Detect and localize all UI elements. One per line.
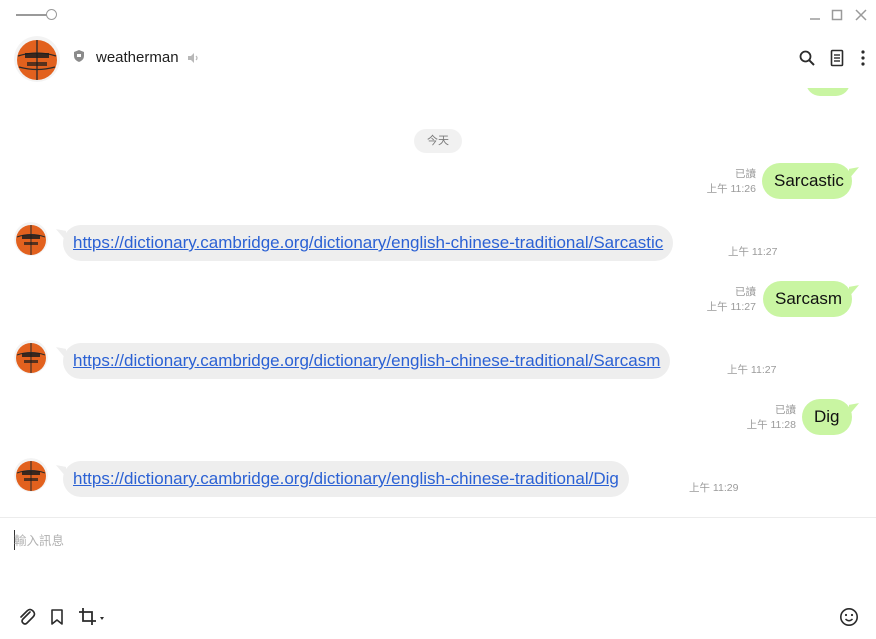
avatar[interactable] bbox=[14, 340, 48, 374]
timestamp: 上午 11:26 bbox=[706, 183, 756, 195]
composer-divider bbox=[0, 517, 876, 518]
incoming-message: https://dictionary.cambridge.org/diction… bbox=[63, 343, 671, 379]
slider-icon[interactable] bbox=[16, 9, 60, 21]
incoming-message: https://dictionary.cambridge.org/diction… bbox=[63, 461, 629, 497]
speaker-icon[interactable] bbox=[186, 51, 200, 65]
crop-icon[interactable] bbox=[78, 607, 108, 627]
read-receipt: 已讀 bbox=[775, 404, 796, 416]
read-receipt: 已讀 bbox=[735, 286, 756, 298]
date-separator: 今天 bbox=[414, 129, 462, 153]
avatar[interactable] bbox=[14, 222, 48, 256]
outgoing-message[interactable]: Sarcasm bbox=[763, 281, 852, 317]
message-meta: 已讀 上午 11:26 bbox=[690, 167, 756, 197]
message-meta: 已讀 上午 11:27 bbox=[692, 285, 756, 315]
chat-area[interactable]: 今天 已讀 上午 11:26 Sarcastic https://diction… bbox=[0, 88, 876, 518]
outgoing-message[interactable]: Dig bbox=[802, 399, 852, 435]
notes-icon[interactable] bbox=[828, 49, 846, 67]
read-receipt: 已讀 bbox=[735, 168, 756, 180]
paperclip-icon[interactable] bbox=[17, 607, 37, 627]
dictionary-link[interactable]: https://dictionary.cambridge.org/diction… bbox=[73, 351, 660, 370]
search-icon[interactable] bbox=[798, 49, 816, 67]
timestamp: 上午 11:27 bbox=[706, 301, 756, 313]
slider-track bbox=[16, 14, 50, 16]
outgoing-message[interactable]: Sarcastic bbox=[762, 163, 852, 199]
incoming-message: https://dictionary.cambridge.org/diction… bbox=[63, 225, 674, 261]
timestamp: 上午 11:28 bbox=[746, 419, 796, 431]
emoji-icon[interactable] bbox=[839, 607, 859, 627]
more-icon[interactable] bbox=[854, 49, 872, 67]
slider-knob[interactable] bbox=[46, 9, 57, 20]
title-bar bbox=[0, 0, 876, 30]
shield-icon bbox=[74, 50, 84, 62]
avatar[interactable] bbox=[14, 458, 48, 492]
dictionary-link[interactable]: https://dictionary.cambridge.org/diction… bbox=[73, 469, 619, 488]
timestamp: 上午 11:27 bbox=[728, 246, 778, 258]
dictionary-link[interactable]: https://dictionary.cambridge.org/diction… bbox=[73, 233, 663, 252]
timestamp: 上午 11:27 bbox=[727, 364, 777, 376]
message-meta: 已讀 上午 11:28 bbox=[730, 403, 796, 433]
bookmark-icon[interactable] bbox=[47, 607, 67, 627]
message-bubble-partial bbox=[806, 88, 850, 96]
avatar[interactable] bbox=[14, 36, 60, 82]
minimize-icon[interactable] bbox=[806, 6, 824, 24]
message-input[interactable] bbox=[12, 528, 836, 592]
timestamp: 上午 11:29 bbox=[689, 482, 739, 494]
close-icon[interactable] bbox=[852, 6, 870, 24]
maximize-icon[interactable] bbox=[828, 6, 846, 24]
contact-name[interactable]: weatherman bbox=[96, 49, 179, 66]
